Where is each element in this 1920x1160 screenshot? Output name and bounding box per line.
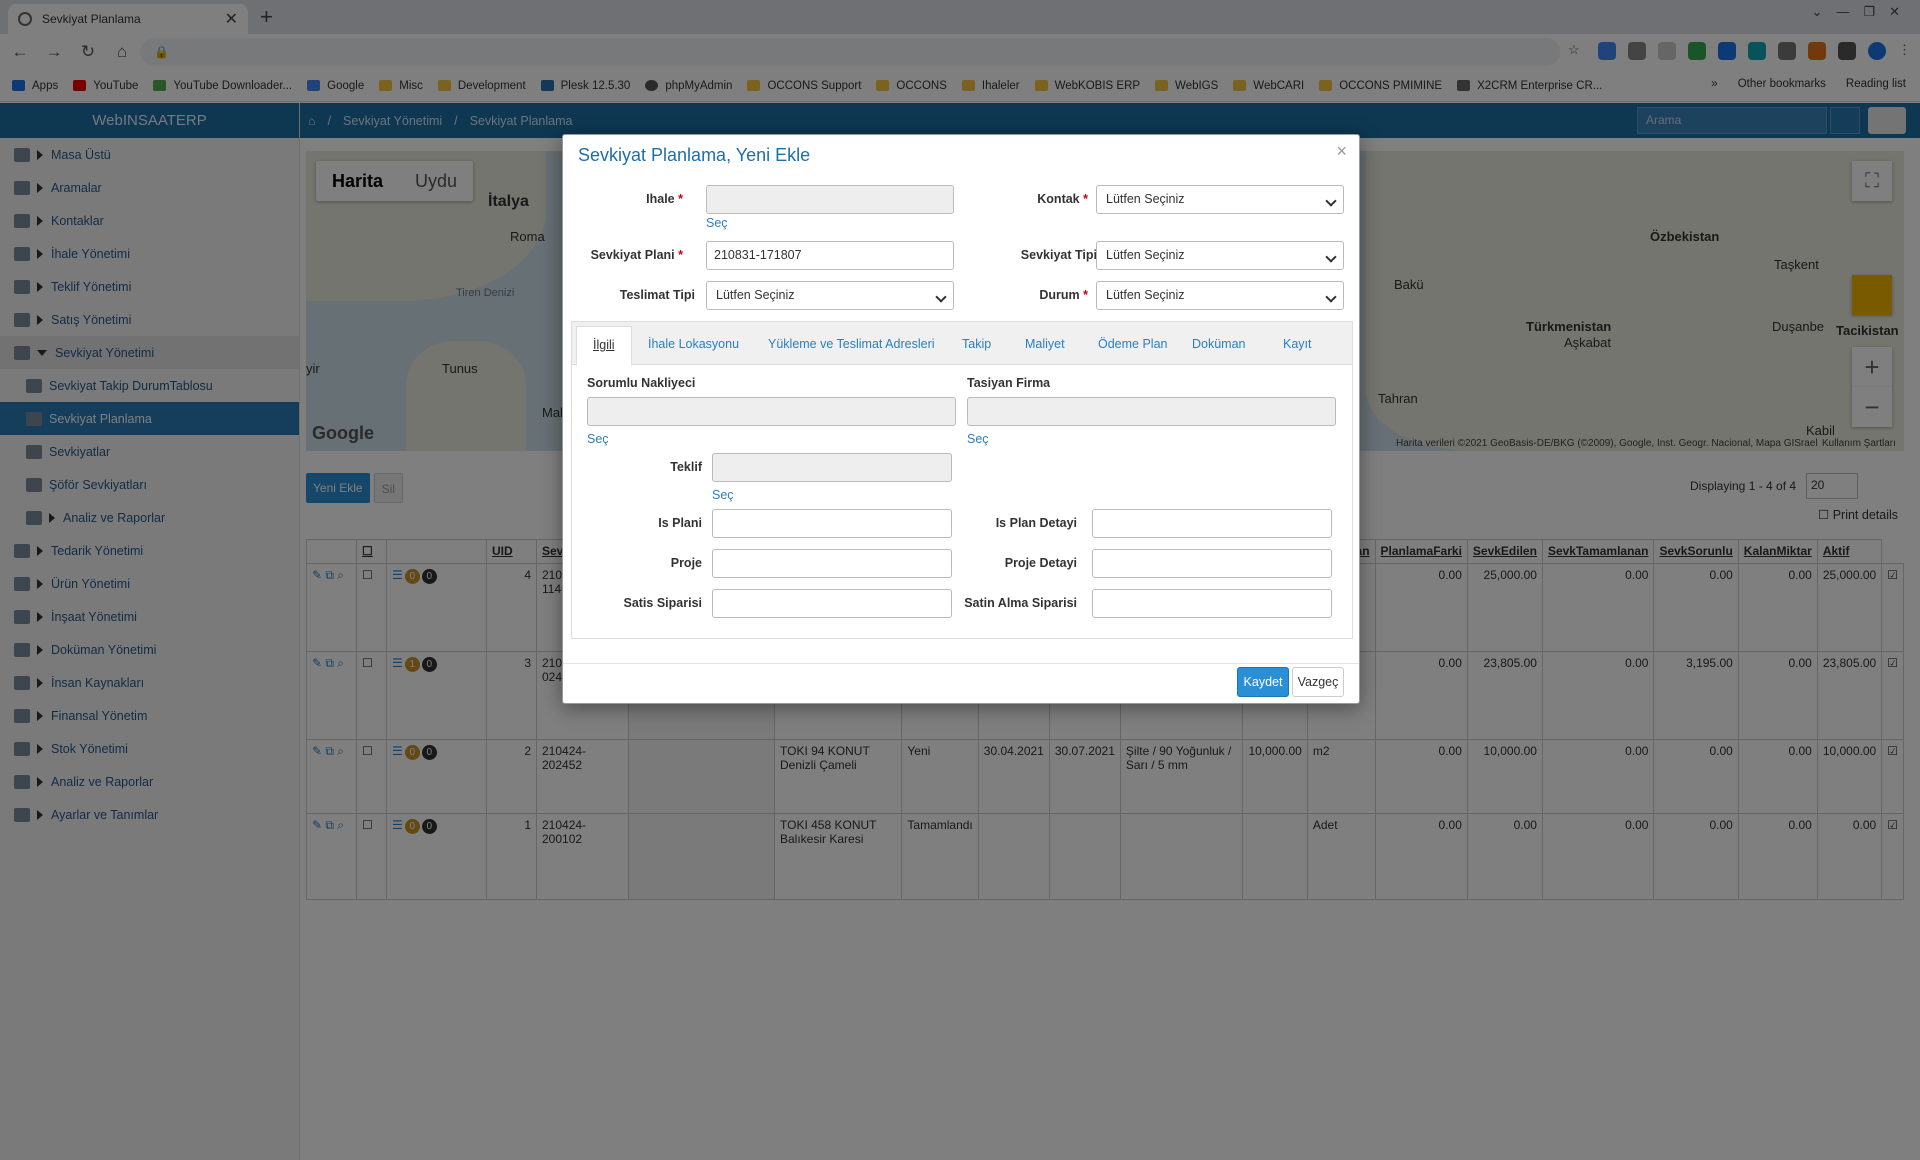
kontak-select[interactable]: Lütfen Seçiniz bbox=[1096, 185, 1344, 214]
label-text: Durum bbox=[1039, 288, 1080, 302]
kontak-label: Kontak * bbox=[983, 192, 1088, 206]
durum-select[interactable]: Lütfen Seçiniz bbox=[1096, 281, 1344, 310]
is-plani-field[interactable] bbox=[712, 509, 952, 538]
tab-ihale-lokasyonu[interactable]: İhale Lokasyonu bbox=[648, 337, 739, 351]
plan-field[interactable]: 210831-171807 bbox=[706, 241, 954, 270]
tab-odeme-plan[interactable]: Ödeme Plan bbox=[1098, 337, 1167, 351]
plan-label: Sevkiyat Plani * bbox=[583, 248, 683, 262]
modal-dialog: Sevkiyat Planlama, Yeni Ekle × Ihale * S… bbox=[562, 134, 1360, 704]
tab-kayit[interactable]: Kayıt bbox=[1283, 337, 1312, 351]
tab-dokuman[interactable]: Doküman bbox=[1192, 337, 1246, 351]
close-icon[interactable]: × bbox=[1336, 141, 1347, 162]
tab-yukleme-teslimat[interactable]: Yükleme ve Teslimat Adresleri bbox=[768, 337, 935, 351]
nakliyeci-select-link[interactable]: Seç bbox=[587, 432, 609, 446]
firma-field[interactable] bbox=[967, 397, 1336, 426]
ihale-select-link[interactable]: Seç bbox=[706, 216, 728, 230]
required-mark: * bbox=[1083, 192, 1088, 206]
cancel-button[interactable]: Vazgeç bbox=[1292, 667, 1344, 697]
tab-ilgili[interactable]: İlgili bbox=[576, 326, 632, 366]
tab-takip[interactable]: Takip bbox=[962, 337, 991, 351]
satis-siparisi-field[interactable] bbox=[712, 589, 952, 618]
label-text: Kontak bbox=[1037, 192, 1080, 206]
proje-field[interactable] bbox=[712, 549, 952, 578]
ihale-label: Ihale * bbox=[583, 192, 683, 206]
required-mark: * bbox=[1083, 288, 1088, 302]
teslimat-tipi-select[interactable]: Lütfen Seçiniz bbox=[706, 281, 954, 310]
tab-maliyet[interactable]: Maliyet bbox=[1025, 337, 1065, 351]
satin-alma-field[interactable] bbox=[1092, 589, 1332, 618]
proje-detayi-label: Proje Detayi bbox=[1004, 556, 1077, 570]
nakliyeci-field[interactable] bbox=[587, 397, 956, 426]
satin-alma-label: Satin Alma Siparisi bbox=[964, 596, 1077, 610]
save-button[interactable]: Kaydet bbox=[1237, 667, 1289, 697]
required-mark: * bbox=[678, 192, 683, 206]
proje-detayi-field[interactable] bbox=[1092, 549, 1332, 578]
teklif-select-link[interactable]: Seç bbox=[712, 488, 734, 502]
teklif-label: Teklif bbox=[670, 460, 702, 474]
modal-title: Sevkiyat Planlama, Yeni Ekle bbox=[578, 145, 811, 165]
sevkiyat-tipi-select[interactable]: Lütfen Seçiniz bbox=[1096, 241, 1344, 270]
is-plan-detayi-label: Is Plan Detayi bbox=[995, 516, 1077, 530]
durum-label: Durum * bbox=[983, 288, 1088, 302]
teslimat-tipi-label: Teslimat Tipi bbox=[619, 288, 695, 302]
nakliyeci-label: Sorumlu Nakliyeci bbox=[587, 376, 696, 390]
firma-label: Tasiyan Firma bbox=[967, 376, 1051, 390]
modal-tabs: İlgili İhale Lokasyonu Yükleme ve Teslim… bbox=[571, 321, 1353, 639]
required-mark: * bbox=[678, 248, 683, 262]
label-text: Ihale bbox=[646, 192, 675, 206]
ihale-field[interactable] bbox=[706, 185, 954, 214]
firma-select-link[interactable]: Seç bbox=[967, 432, 989, 446]
satis-siparisi-label: Satis Siparisi bbox=[623, 596, 702, 610]
is-plan-detayi-field[interactable] bbox=[1092, 509, 1332, 538]
label-text: Sevkiyat Plani bbox=[590, 248, 675, 262]
modal-footer-divider bbox=[563, 663, 1359, 664]
sevkiyat-tipi-label: Sevkiyat Tipi bbox=[1020, 248, 1097, 262]
teklif-field[interactable] bbox=[712, 453, 952, 482]
proje-label: Proje bbox=[670, 556, 702, 570]
tab-row: İlgili İhale Lokasyonu Yükleme ve Teslim… bbox=[572, 322, 1352, 366]
is-plani-label: Is Plani bbox=[658, 516, 702, 530]
